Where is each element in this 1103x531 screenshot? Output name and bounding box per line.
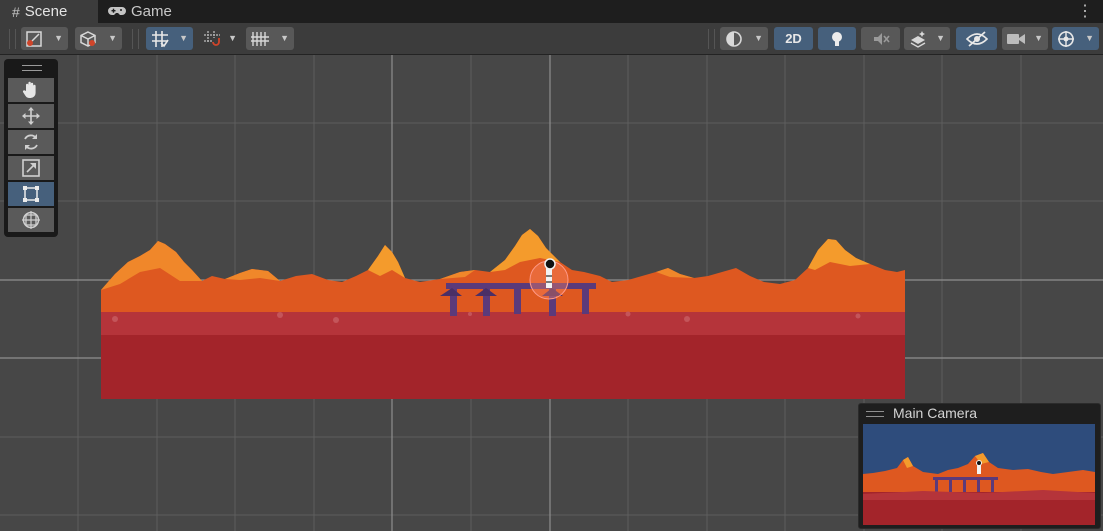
scene-toolbar: ▼ ▼ ▼ ▼ ▼ ▼ 2D ▼ ▼ ▼ [0, 23, 1103, 55]
rect-tool-button[interactable] [8, 182, 54, 206]
grid-visibility-icon [251, 31, 269, 46]
grid-visibility-dropdown[interactable]: ▼ [246, 27, 294, 50]
chevron-down-icon: ▼ [936, 33, 945, 43]
transform-tool-icon [22, 211, 40, 229]
shading-mode-dropdown[interactable]: ▼ [720, 27, 768, 50]
lighting-icon [832, 31, 842, 46]
effects-dropdown[interactable]: ▼ [904, 27, 950, 50]
tab-scene-label: Scene [24, 3, 68, 20]
tab-bar: # Scene Game ⋮ [0, 0, 1103, 23]
chevron-down-icon: ▼ [108, 33, 117, 43]
move-tool-icon [22, 107, 40, 125]
toolbar-grip [9, 29, 16, 49]
effects-icon [910, 30, 926, 48]
toolbar-grip [132, 29, 139, 49]
kebab-menu-icon[interactable]: ⋮ [1077, 1, 1093, 21]
grid-snap-toggle[interactable]: ▼ [146, 27, 193, 50]
render-mode-dropdown[interactable]: ▼ [75, 27, 122, 50]
hand-tool-button[interactable] [8, 78, 54, 102]
render-mode-icon [80, 30, 96, 47]
hash-icon: # [12, 3, 20, 20]
increment-snap-icon [204, 30, 220, 46]
chevron-down-icon: ▼ [280, 33, 289, 43]
gizmos-dropdown[interactable]: ▼ [1052, 27, 1099, 50]
tab-game[interactable]: Game [99, 0, 189, 23]
rotate-tool-icon [24, 134, 38, 150]
scale-tool-button[interactable] [8, 156, 54, 180]
tool-palette [4, 59, 58, 237]
rotate-tool-button[interactable] [8, 130, 54, 154]
camera-preview[interactable]: Main Camera [858, 403, 1101, 529]
scale-tool-icon [22, 159, 40, 177]
chevron-down-icon: ▼ [179, 33, 188, 43]
camera-preview-grip[interactable] [866, 411, 884, 417]
2d-mode-label: 2D [785, 31, 802, 46]
tool-palette-grip[interactable] [22, 65, 42, 71]
draw-mode-icon [26, 30, 42, 47]
gizmos-icon [1058, 30, 1074, 47]
level-background-sprite [101, 229, 905, 399]
hand-tool-icon [22, 81, 36, 98]
chevron-down-icon: ▼ [228, 33, 237, 43]
chevron-down-icon: ▼ [54, 33, 63, 43]
toolbar-grip [708, 29, 715, 49]
increment-snap-dropdown[interactable]: ▼ [198, 27, 242, 50]
chevron-down-icon: ▼ [754, 33, 763, 43]
transform-tool-button[interactable] [8, 208, 54, 232]
draw-mode-dropdown[interactable]: ▼ [21, 27, 68, 50]
lighting-toggle[interactable] [818, 27, 856, 50]
tab-game-label: Game [131, 3, 172, 20]
chevron-down-icon: ▼ [1085, 33, 1094, 43]
shading-mode-icon [726, 30, 742, 47]
gamepad-icon [108, 4, 126, 20]
visibility-icon [965, 30, 988, 47]
2d-mode-toggle[interactable]: 2D [774, 27, 813, 50]
audio-mute-toggle[interactable] [861, 27, 900, 50]
camera-preview-view [863, 424, 1095, 525]
grid-snap-icon [152, 30, 169, 47]
camera-dropdown[interactable]: ▼ [1002, 27, 1048, 50]
chevron-down-icon: ▼ [1034, 33, 1043, 43]
camera-preview-title: Main Camera [893, 405, 978, 421]
move-tool-button[interactable] [8, 104, 54, 128]
rect-tool-icon [23, 186, 39, 202]
audio-mute-icon [873, 32, 890, 45]
camera-icon [1007, 33, 1025, 44]
tab-scene[interactable]: # Scene [0, 0, 98, 23]
visibility-toggle[interactable] [956, 27, 997, 50]
